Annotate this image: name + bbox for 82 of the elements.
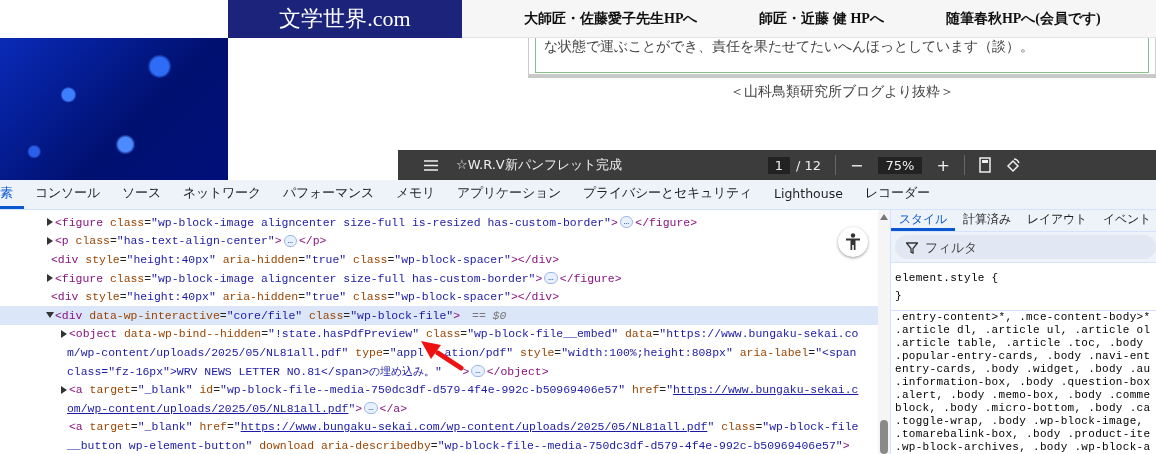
css-selector-line: .article table, .article .toc, .body bbox=[895, 337, 1145, 350]
devtools-tab[interactable]: パフォーマンス bbox=[272, 180, 385, 209]
expand-triangle-icon[interactable] bbox=[61, 385, 67, 394]
filter-icon bbox=[906, 242, 918, 254]
ellipsis-button[interactable]: … bbox=[619, 216, 634, 229]
nav-link[interactable]: 師匠・近藤 健 HPへ bbox=[759, 9, 884, 28]
code-text: </object> bbox=[486, 364, 549, 378]
code-text: __button wp-element-button" download aria-describedby="wp-block-file--media-750dc3df-d579-4f4e-992c-b50969406e57"> bbox=[67, 438, 850, 452]
code-text: ation/pdf" style="width:100%;height:808px" aria-label="<span bbox=[444, 345, 857, 359]
devtools-tab[interactable]: ソース bbox=[111, 180, 172, 209]
code-text: </a> bbox=[379, 401, 408, 415]
css-selector-line: .toggle-wrap, .body .wp-block-image, bbox=[895, 415, 1145, 428]
code-text: "> bbox=[348, 401, 363, 415]
devtools-tab[interactable]: アプリケーション bbox=[446, 180, 572, 209]
css-selector-line: .wp-block-archives, .body .wp-block-a bbox=[895, 441, 1152, 454]
code-text: > bbox=[462, 364, 470, 378]
page-number-field[interactable]: 1 bbox=[767, 156, 791, 174]
pdf-title: ☆W.R.V新パンフレット完成 bbox=[456, 156, 622, 174]
code-text: <div style="height:40px" aria-hidden="true" class="wp-block-spacer"></div> bbox=[51, 253, 559, 266]
code-text: m/wp-content/uploads/2025/05/NL81all.pdf" type="appl bbox=[67, 345, 424, 359]
zoom-out-button[interactable]: − bbox=[850, 155, 864, 175]
code-text: </p> bbox=[298, 234, 327, 248]
code-link[interactable]: https://www.bungaku-sekai.com/wp-content/uploads/2025/05/NL81all.pdf bbox=[240, 420, 708, 434]
accessibility-icon bbox=[845, 233, 861, 251]
node-reference: == $0 bbox=[472, 308, 507, 322]
code-text: <a target="_blank" id="wp-block-file--media-750dc3df-d579-4f4e-992c-b50969406e57" href=" bbox=[69, 383, 674, 397]
css-selector-line: .information-box, .body .question-box bbox=[895, 376, 1152, 389]
css-selector-line: block, .body .micro-bottom, .body .ca bbox=[895, 402, 1152, 415]
ellipsis-button[interactable]: … bbox=[364, 402, 378, 415]
devtools-tab[interactable]: メモリ bbox=[385, 180, 446, 209]
code-text: <div data-wp-interactive="core/file" class="wp-block-file"> bbox=[55, 308, 461, 322]
page-count: / 12 bbox=[796, 157, 822, 173]
rotate-icon[interactable] bbox=[1004, 157, 1021, 173]
code-text: <figure class="wp-block-image aligncenter size-full has-custom-border"> bbox=[55, 271, 543, 285]
devtools-tab[interactable]: Lighthouse bbox=[763, 180, 854, 209]
nav-link[interactable]: 随筆春秋HPへ(会員です) bbox=[945, 9, 1101, 28]
css-selector-line: .tomarebalink-box, .body .product-ite bbox=[895, 428, 1152, 441]
code-text: </figure> bbox=[559, 271, 622, 285]
site-logo[interactable]: 文学世界.com bbox=[228, 0, 462, 38]
ellipsis-button[interactable]: … bbox=[283, 234, 297, 247]
code-text: " class="wp-block-file bbox=[707, 420, 859, 434]
css-selector-line: .alert, .body .memo-box, .body .comme bbox=[895, 389, 1152, 402]
devtools-tab[interactable]: レコーダー bbox=[853, 180, 941, 209]
css-selector-line: .popular-entry-cards, .body .navi-ent bbox=[895, 350, 1152, 363]
devtools-tab[interactable]: 素 bbox=[0, 180, 24, 209]
css-selector-line: .article dl, .article ul, .article ol bbox=[895, 324, 1152, 337]
code-link[interactable]: om/wp-content/uploads/2025/05/NL81all.pdf bbox=[67, 401, 349, 415]
styles-pane-tab[interactable]: 計算済み bbox=[955, 210, 1019, 231]
expand-triangle-icon[interactable] bbox=[47, 274, 53, 283]
quote-caption: ＜山科鳥類研究所ブログより抜粋＞ bbox=[730, 83, 954, 101]
nav-link[interactable]: 大師匠・佐藤愛子先生HPへ bbox=[524, 9, 698, 28]
code-text: <div style="height:40px" aria-hidden="true" class="wp-block-spacer"></div> bbox=[51, 290, 559, 304]
css-selector-line: entry-cards, .body .widget, .body .au bbox=[895, 363, 1152, 376]
expand-triangle-icon[interactable] bbox=[61, 329, 67, 338]
code-text: <object data-wp-bind--hidden="!state.hasPdfPreview" class="wp-block-file__embed" data="https://www.bungaku-sekai.co bbox=[69, 327, 859, 341]
code-text: <figure class="wp-block-image aligncenter size-full is-resized has-custom-border"> bbox=[55, 215, 618, 229]
devtools-tab[interactable]: コンソール bbox=[24, 180, 111, 209]
code-text: <a target="_blank" href=" bbox=[69, 420, 241, 434]
css-selector-line: .entry-content>*, .mce-content-body>* bbox=[895, 311, 1152, 324]
devtools-tab[interactable]: ネットワーク bbox=[172, 180, 272, 209]
css-rule-line: } bbox=[895, 289, 903, 304]
scroll-up-icon[interactable] bbox=[880, 214, 888, 220]
fit-page-icon[interactable] bbox=[978, 157, 991, 173]
filter-field[interactable]: フィルタ bbox=[895, 235, 1156, 259]
collapse-triangle-icon[interactable] bbox=[46, 312, 54, 319]
scrollbar[interactable] bbox=[878, 210, 890, 454]
ellipsis-button[interactable]: … bbox=[471, 365, 485, 378]
code-text: </figure> bbox=[635, 215, 698, 229]
code-text: <p class="has-text-align-center"> bbox=[55, 234, 282, 248]
menu-icon[interactable] bbox=[424, 159, 438, 171]
accessibility-button[interactable] bbox=[838, 227, 868, 257]
scrollbar-thumb[interactable] bbox=[880, 420, 888, 454]
code-text: class="fz-16px">WRV NEWS LETTER NO.81</span>の埋め込み。" bbox=[67, 363, 442, 379]
styles-pane-tab[interactable]: レイアウト bbox=[1019, 210, 1095, 231]
zoom-in-button[interactable]: + bbox=[936, 155, 950, 175]
devtools-tab[interactable]: プライバシーとセキュリティ bbox=[572, 180, 763, 209]
zoom-field[interactable]: 75% bbox=[877, 156, 923, 174]
code-link[interactable]: https://www.bungaku-sekai.c bbox=[673, 383, 859, 397]
css-rule-line: element.style { bbox=[895, 271, 1000, 286]
styles-pane-tab[interactable]: イベント bbox=[1095, 210, 1156, 231]
ellipsis-button[interactable]: … bbox=[544, 272, 558, 285]
quote-text: な状態で運ぶことができ、責任を果たせてたいへんほっとしています（談）。 bbox=[544, 38, 1034, 54]
